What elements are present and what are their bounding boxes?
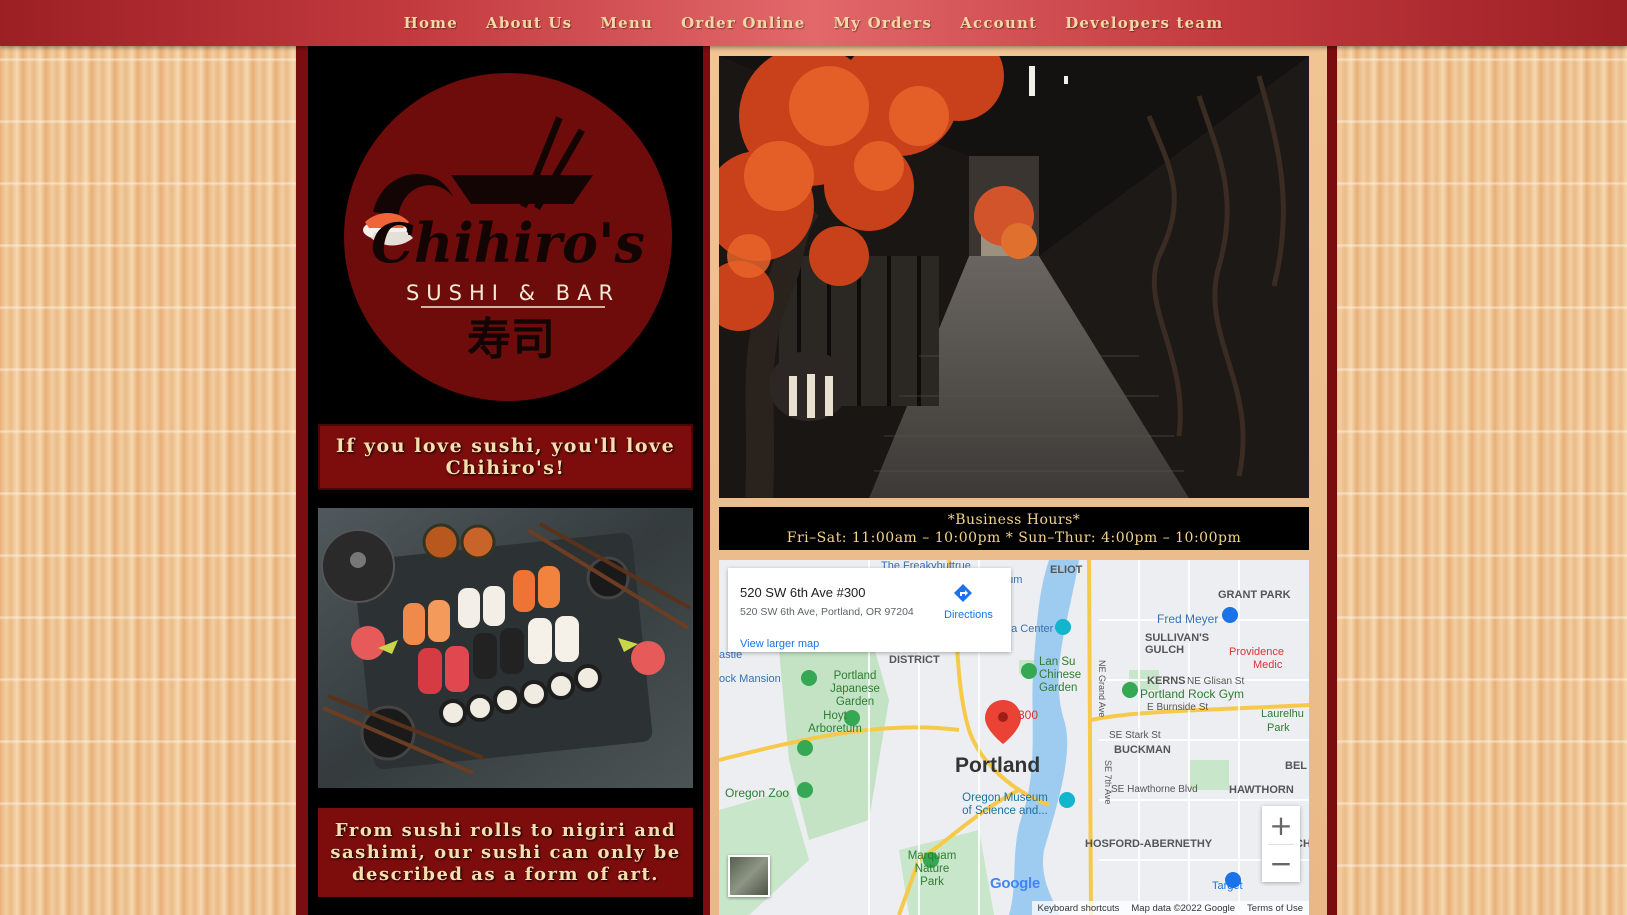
main-nav: Home About Us Menu Order Online My Order… xyxy=(0,0,1627,46)
map-label-fred-meyer: Fred Meyer xyxy=(1157,612,1219,626)
google-logo: Google xyxy=(990,875,1040,892)
map-label-marquam: Marquam Nature Park xyxy=(907,850,957,888)
nav-menu[interactable]: Menu xyxy=(586,14,667,32)
map-label-se-7th: SE 7th Ave xyxy=(1103,760,1113,805)
map-label-eliot: ELIOT xyxy=(1050,564,1083,576)
map-label-lan-su: Lan Su Chinese Garden xyxy=(1039,656,1082,694)
map-label-japanese-garden: Portland Japanese Garden xyxy=(830,670,880,708)
nav-home[interactable]: Home xyxy=(390,14,472,32)
map-label-rock-gym: Portland Rock Gym xyxy=(1140,687,1245,701)
art-text: From sushi rolls to nigiri and sashimi, … xyxy=(330,819,681,885)
map-label-park: Park xyxy=(1267,722,1290,734)
map-label-providence: Providence xyxy=(1229,646,1285,658)
google-map[interactable]: The Freakybuttrue eum ELIOT GRANT PARK F… xyxy=(719,560,1309,915)
slogan-text: If you love sushi, you'll love Chihiro's… xyxy=(335,435,676,479)
map-label-target: Target xyxy=(1212,880,1243,892)
map-label-grant-park: GRANT PARK xyxy=(1218,589,1291,601)
zoom-in-button[interactable]: + xyxy=(1262,806,1300,844)
nav-about-us[interactable]: About Us xyxy=(472,14,586,32)
map-footer: Keyboard shortcuts Map data ©2022 Google… xyxy=(1031,901,1309,915)
directions-link[interactable]: Directions xyxy=(944,609,993,621)
directions-icon[interactable] xyxy=(952,582,974,604)
zoom-out-button[interactable]: − xyxy=(1262,844,1300,882)
slogan-banner: If you love sushi, you'll love Chihiro's… xyxy=(318,424,693,490)
sushi-platter-image xyxy=(318,508,693,788)
map-data-attribution: Map data ©2022 Google xyxy=(1131,902,1236,914)
terms-of-use-link[interactable]: Terms of Use xyxy=(1247,903,1303,914)
map-zoom-controls: + − xyxy=(1262,806,1300,882)
map-label-hawthorn: HAWTHORN xyxy=(1229,784,1294,796)
logo-kanji-text: 寿司 xyxy=(467,314,555,365)
map-label-ne-grand: NE Grand Ave xyxy=(1097,660,1107,718)
map-label-center: da Center xyxy=(1005,623,1054,635)
map-label-hoyt: Hoyt Arboretum xyxy=(808,710,862,735)
content-wrapper: Chihiro's SUSHI & BAR 寿司 If you love sus… xyxy=(296,46,1337,915)
map-label-stark: SE Stark St xyxy=(1109,730,1161,741)
map-label-laurelhu: Laurelhu xyxy=(1261,708,1304,720)
map-label-sullivans: SULLIVAN'S xyxy=(1145,632,1210,644)
map-label-district: DISTRICT xyxy=(889,654,940,666)
map-label-omsi: Oregon Museum of Science and... xyxy=(962,792,1048,817)
business-hours-detail: Fri–Sat: 11:00am – 10:00pm * Sun–Thur: 4… xyxy=(786,529,1242,546)
satellite-toggle[interactable] xyxy=(728,855,770,897)
business-hours: *Business Hours* Fri–Sat: 11:00am – 10:0… xyxy=(719,507,1309,550)
zoom-divider xyxy=(1268,844,1294,845)
map-label-bel: BEL xyxy=(1285,760,1307,772)
nav-my-orders[interactable]: My Orders xyxy=(819,14,946,32)
view-larger-map-link[interactable]: View larger map xyxy=(740,638,819,650)
logo-tagline-text: SUSHI & BAR xyxy=(406,281,620,305)
restaurant-logo: Chihiro's SUSHI & BAR 寿司 xyxy=(344,73,672,401)
map-label-zoo: Oregon Zoo xyxy=(725,786,790,800)
map-address-title: 520 SW 6th Ave #300 xyxy=(740,585,866,600)
business-hours-title: *Business Hours* xyxy=(947,511,1081,528)
nav-account[interactable]: Account xyxy=(946,14,1051,32)
map-label-kerns: KERNS xyxy=(1147,675,1186,687)
map-label-gulch: GULCH xyxy=(1145,644,1185,656)
map-label-burnside: E Burnside St xyxy=(1147,702,1209,713)
keyboard-shortcuts-link[interactable]: Keyboard shortcuts xyxy=(1038,903,1120,914)
map-label-buckman: BUCKMAN xyxy=(1114,744,1171,756)
nav-developers-team[interactable]: Developers team xyxy=(1051,14,1237,32)
map-label-portland: Portland xyxy=(955,754,1041,777)
left-column: Chihiro's SUSHI & BAR 寿司 If you love sus… xyxy=(308,46,703,915)
art-banner: From sushi rolls to nigiri and sashimi, … xyxy=(318,808,693,897)
map-label-hawthorne-blvd: SE Hawthorne Blvd xyxy=(1111,784,1198,795)
logo-brand-text: Chihiro's xyxy=(371,211,645,275)
map-address-full: 520 SW 6th Ave, Portland, OR 97204 xyxy=(740,606,914,618)
map-marker-label: 300 xyxy=(1018,708,1039,722)
map-label-medic: Medic xyxy=(1253,659,1283,671)
restaurant-interior-image xyxy=(719,56,1309,498)
nav-order-online[interactable]: Order Online xyxy=(667,14,819,32)
map-info-card: 520 SW 6th Ave #300 520 SW 6th Ave, Port… xyxy=(728,568,1011,652)
map-label-ne-glisan: NE Glisan St xyxy=(1187,676,1245,687)
map-label-hosford: HOSFORD-ABERNETHY xyxy=(1085,838,1213,850)
right-column: *Business Hours* Fri–Sat: 11:00am – 10:0… xyxy=(710,46,1327,915)
map-label-mansion: ock Mansion xyxy=(719,673,781,685)
